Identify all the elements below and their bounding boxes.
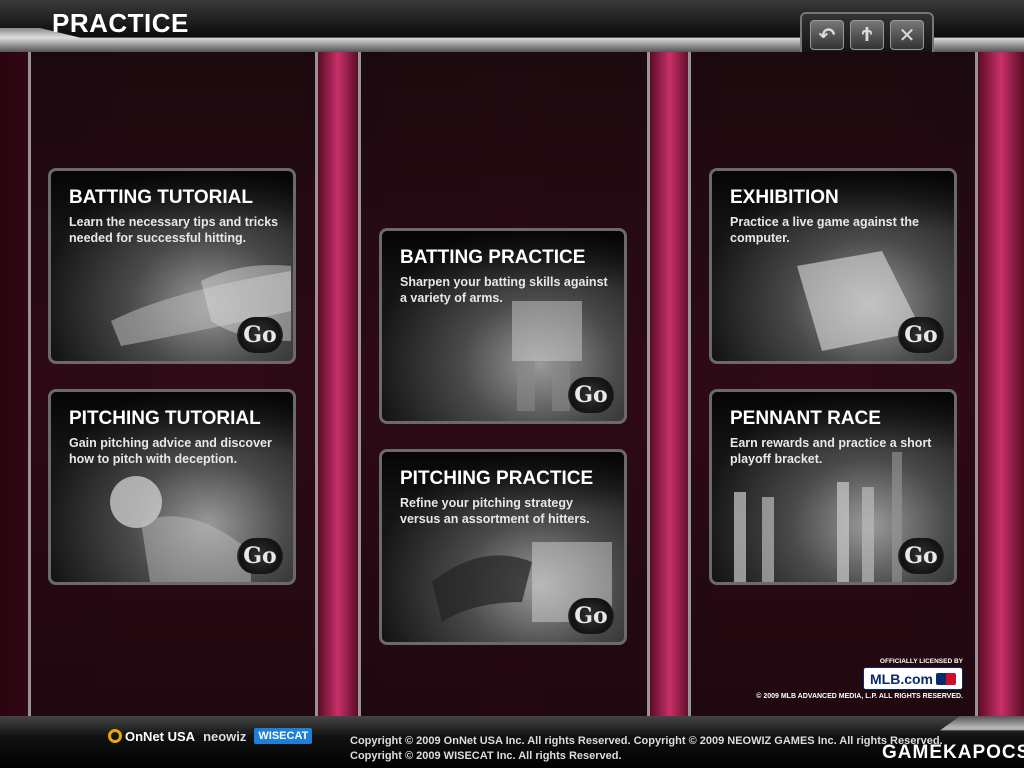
- batting-practice-card[interactable]: BATTING PRACTICE Sharpen your batting sk…: [379, 228, 627, 424]
- close-icon: ✕: [898, 24, 916, 47]
- card-title: BATTING TUTORIAL: [69, 187, 253, 208]
- back-arrow-icon: ↶: [818, 24, 836, 47]
- background-pillar: [318, 52, 358, 716]
- mlb-license: OFFICIALLY LICENSED BY MLB.com © 2009 ML…: [735, 658, 963, 700]
- go-button[interactable]: Go: [898, 538, 944, 574]
- pitching-practice-card[interactable]: PITCHING PRACTICE Refine your pitching s…: [379, 449, 627, 645]
- batting-tutorial-card[interactable]: BATTING TUTORIAL Learn the necessary tip…: [48, 168, 296, 364]
- copyright-text: Copyright © 2009 OnNet USA Inc. All righ…: [350, 734, 943, 764]
- card-description: Practice a live game against the compute…: [730, 215, 919, 245]
- card-description: Refine your pitching strategy versus an …: [400, 496, 590, 526]
- window-controls: ↶ Ϯ ✕: [800, 12, 934, 56]
- go-button[interactable]: Go: [237, 538, 283, 574]
- close-button[interactable]: ✕: [890, 20, 924, 50]
- card-description: Gain pitching advice and discover how to…: [69, 436, 272, 466]
- settings-button[interactable]: Ϯ: [850, 20, 884, 50]
- menu-column-games: [688, 52, 978, 716]
- onnet-logo-text: OnNet USA: [125, 728, 196, 744]
- wrench-icon: Ϯ: [861, 23, 873, 46]
- pennant-race-card[interactable]: PENNANT RACE Earn rewards and practice a…: [709, 389, 957, 585]
- background-pillar: [978, 52, 1024, 716]
- mlb-rights: © 2009 MLB ADVANCED MEDIA, L.P. ALL RIGH…: [756, 693, 963, 701]
- copyright-line: Copyright © 2009 OnNet USA Inc. All righ…: [350, 735, 943, 747]
- card-description: Earn rewards and practice a short playof…: [730, 436, 932, 466]
- card-title: PITCHING TUTORIAL: [69, 408, 261, 429]
- go-button[interactable]: Go: [898, 317, 944, 353]
- card-description: Sharpen your batting skills against a va…: [400, 275, 608, 305]
- card-description: Learn the necessary tips and tricks need…: [69, 215, 279, 245]
- card-title: PITCHING PRACTICE: [400, 468, 594, 489]
- copyright-line: Copyright © 2009 WISECAT Inc. All rights…: [350, 750, 622, 762]
- publisher-logos: OnNet USA neowiz WISECAT: [108, 728, 313, 744]
- onnet-logo: OnNet USA: [108, 729, 195, 744]
- exhibition-card[interactable]: EXHIBITION Practice a live game against …: [709, 168, 957, 364]
- watermark: GAMEKAPOCS: [882, 742, 1024, 763]
- go-button[interactable]: Go: [568, 598, 614, 634]
- wisecat-logo: WISECAT: [254, 728, 313, 744]
- back-button[interactable]: ↶: [810, 20, 844, 50]
- pitching-tutorial-card[interactable]: PITCHING TUTORIAL Gain pitching advice a…: [48, 389, 296, 585]
- go-button[interactable]: Go: [568, 377, 614, 413]
- neowiz-logo: neowiz: [203, 728, 247, 744]
- card-title: BATTING PRACTICE: [400, 247, 586, 268]
- mlb-batter-icon: [936, 673, 956, 686]
- card-title: PENNANT RACE: [730, 408, 881, 429]
- menu-column-tutorials: [28, 52, 318, 716]
- license-label: OFFICIALLY LICENSED BY: [879, 658, 963, 665]
- page-title: PRACTICE: [52, 8, 189, 38]
- card-title: EXHIBITION: [730, 187, 839, 208]
- background-pillar: [650, 52, 690, 716]
- go-button[interactable]: Go: [237, 317, 283, 353]
- onnet-ring-icon: [108, 729, 122, 743]
- mlb-logo: MLB.com: [863, 667, 963, 691]
- mlb-logo-text: MLB.com: [870, 671, 933, 688]
